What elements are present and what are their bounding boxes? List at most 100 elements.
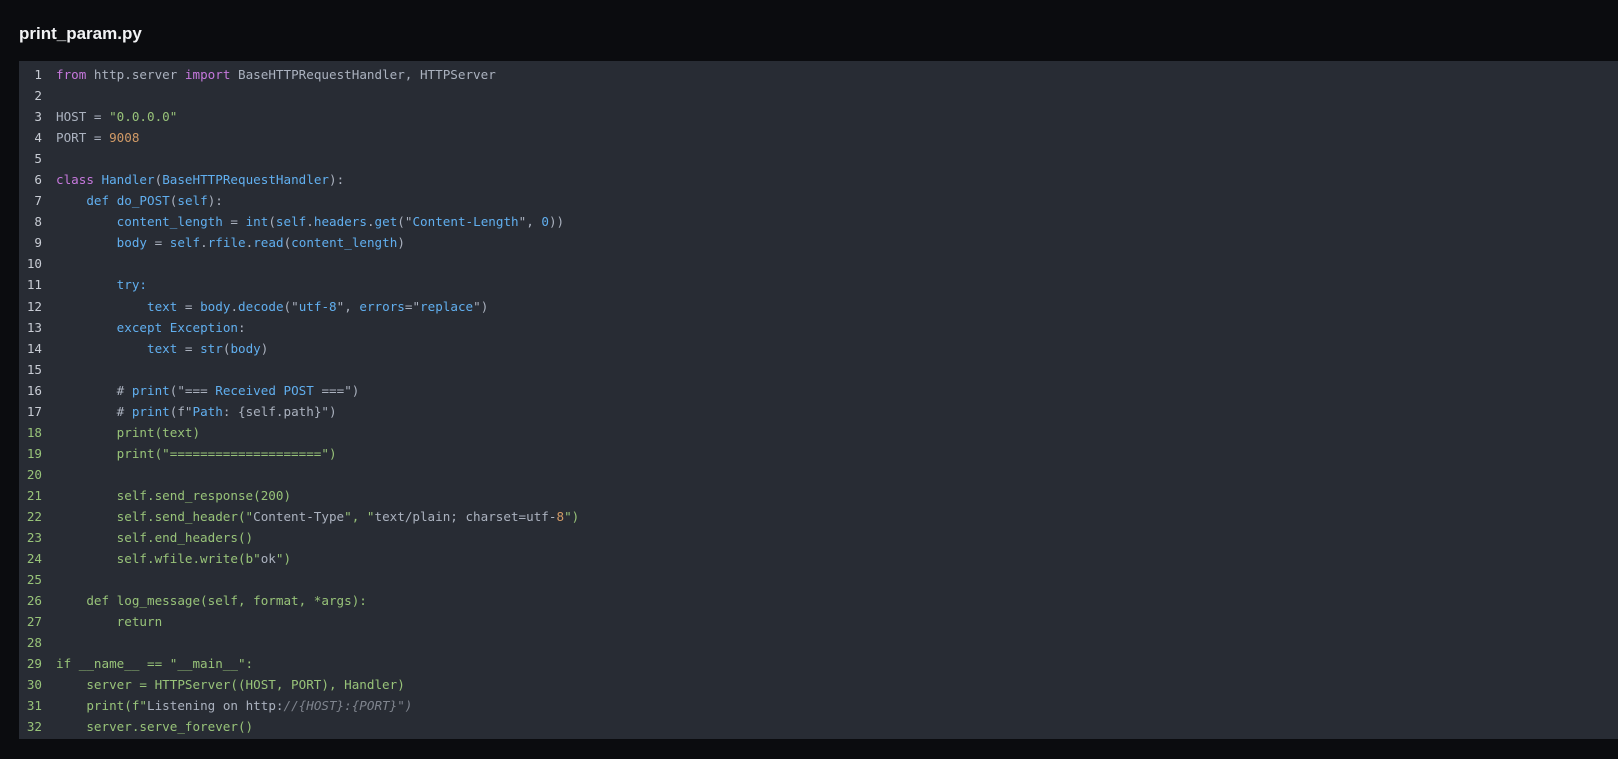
code-token: print(" xyxy=(56,445,170,461)
code-token: ", " xyxy=(344,508,375,524)
code-line: 3 HOST = "0.0.0.0" xyxy=(19,106,1618,127)
code-token: //{HOST}:{PORT}") xyxy=(283,698,413,714)
line-code: return xyxy=(56,611,163,632)
line-code: try: xyxy=(56,274,147,295)
code-line: 2 xyxy=(19,85,1618,106)
line-code: print(text) xyxy=(56,422,200,443)
line-code: body = self.rfile.read(content_length) xyxy=(56,232,405,253)
line-code: self.send_header("Content-Type", "text/p… xyxy=(56,506,580,527)
line-code: if __name__ == "__main__": xyxy=(56,653,253,674)
line-number: 28 xyxy=(26,635,42,651)
code-token: ", xyxy=(518,214,542,230)
code-token: replace xyxy=(420,298,474,314)
code-token: def log_message(self, format, *args): xyxy=(56,593,367,609)
code-token: ===") xyxy=(313,382,360,398)
code-token: ") xyxy=(473,298,489,314)
line-number: 24 xyxy=(26,551,42,567)
line-code: print("====================") xyxy=(56,443,337,464)
code-token: 9008 xyxy=(109,130,140,146)
line-number: 14 xyxy=(26,340,42,356)
line-number: 1 xyxy=(34,67,42,82)
code-token: read xyxy=(253,235,284,251)
code-token: self xyxy=(275,214,307,230)
code-token: print(f" xyxy=(56,698,147,714)
code-token: if __name__ == "__main__": xyxy=(56,656,254,672)
code-token: import xyxy=(184,67,231,82)
code-token: print xyxy=(131,403,170,419)
code-line: 11 try: xyxy=(19,274,1618,295)
code-token: HOST = xyxy=(56,109,110,125)
code-token: return xyxy=(56,614,163,630)
code-line: 4 PORT = 9008 xyxy=(19,127,1618,148)
code-token: )) xyxy=(548,214,565,230)
code-token: server.serve_forever() xyxy=(56,719,254,735)
code-token: utf-8 xyxy=(298,298,337,314)
line-code: text = str(body) xyxy=(56,338,268,359)
line-number: 12 xyxy=(26,298,42,314)
line-number: 6 xyxy=(34,172,42,188)
line-number: 16 xyxy=(26,382,42,398)
code-token: try: xyxy=(116,277,148,293)
code-token: self.wfile.write(b" xyxy=(56,551,261,567)
code-line: 8 content_length = int(self.headers.get(… xyxy=(19,211,1618,232)
line-code: server = HTTPServer((HOST, PORT), Handle… xyxy=(56,674,404,695)
code-token: headers xyxy=(313,214,367,230)
code-line: 15 xyxy=(19,359,1618,380)
line-code: print(f"Listening on http://{HOST}:{PORT… xyxy=(56,695,412,716)
code-line: 29 if __name__ == "__main__": xyxy=(19,653,1618,674)
code-token: : xyxy=(238,319,246,335)
code-line: 10 xyxy=(19,253,1618,274)
code-token: do_POST xyxy=(116,193,170,209)
code-line: 22 self.send_header("Content-Type", "tex… xyxy=(19,506,1618,527)
line-number: 3 xyxy=(34,109,42,125)
code-token: except xyxy=(116,319,163,335)
line-number: 22 xyxy=(26,508,42,524)
code-token: self xyxy=(177,193,208,209)
code-token: Exception xyxy=(169,319,239,335)
code-token: self.send_header(" xyxy=(56,508,254,524)
line-code: content_length = int(self.headers.get("C… xyxy=(56,211,564,232)
line-number: 19 xyxy=(26,445,42,461)
code-token: ) xyxy=(397,235,405,251)
code-token: rfile xyxy=(207,235,246,251)
code-line: 7 def do_POST(self): xyxy=(19,190,1618,211)
line-number: 21 xyxy=(26,487,42,503)
code-token: = xyxy=(147,235,170,251)
line-number: 31 xyxy=(26,698,42,714)
line-code: text = body.decode("utf-8", errors="repl… xyxy=(56,296,488,317)
code-token: ok xyxy=(260,551,276,567)
line-number: 27 xyxy=(26,614,42,630)
code-line: 19 print("====================") xyxy=(19,443,1618,464)
line-code: self.send_response(200) xyxy=(56,485,291,506)
line-number: 32 xyxy=(26,719,42,735)
line-number: 20 xyxy=(26,466,42,482)
line-number: 25 xyxy=(26,572,42,588)
code-line: 20 xyxy=(19,464,1618,485)
code-line: 31 print(f"Listening on http://{HOST}:{P… xyxy=(19,695,1618,716)
code-line: 16 # print("=== Received POST ===") xyxy=(19,380,1618,401)
file-title: print_param.py xyxy=(19,24,142,43)
line-code: def log_message(self, format, *args): xyxy=(56,590,367,611)
line-code: HOST = "0.0.0.0" xyxy=(56,106,177,127)
code-token: ): xyxy=(329,172,345,188)
code-line: 23 self.end_headers() xyxy=(19,527,1618,548)
code-token: self.end_headers() xyxy=(56,530,254,546)
code-token: ("=== xyxy=(169,382,216,398)
code-token: body xyxy=(116,235,148,251)
code-token: . xyxy=(306,214,314,230)
code-token: text xyxy=(147,340,178,356)
line-code: class Handler(BaseHTTPRequestHandler): xyxy=(56,169,344,190)
code-token: int xyxy=(245,214,269,230)
code-token: Content-Length xyxy=(412,214,519,230)
code-token: body xyxy=(200,298,231,314)
code-block[interactable]: 1 from http.server import BaseHTTPRequest… xyxy=(19,61,1618,739)
code-line: 32 server.serve_forever() xyxy=(19,716,1618,737)
code-token: (" xyxy=(283,298,299,314)
code-token: body xyxy=(230,340,261,356)
